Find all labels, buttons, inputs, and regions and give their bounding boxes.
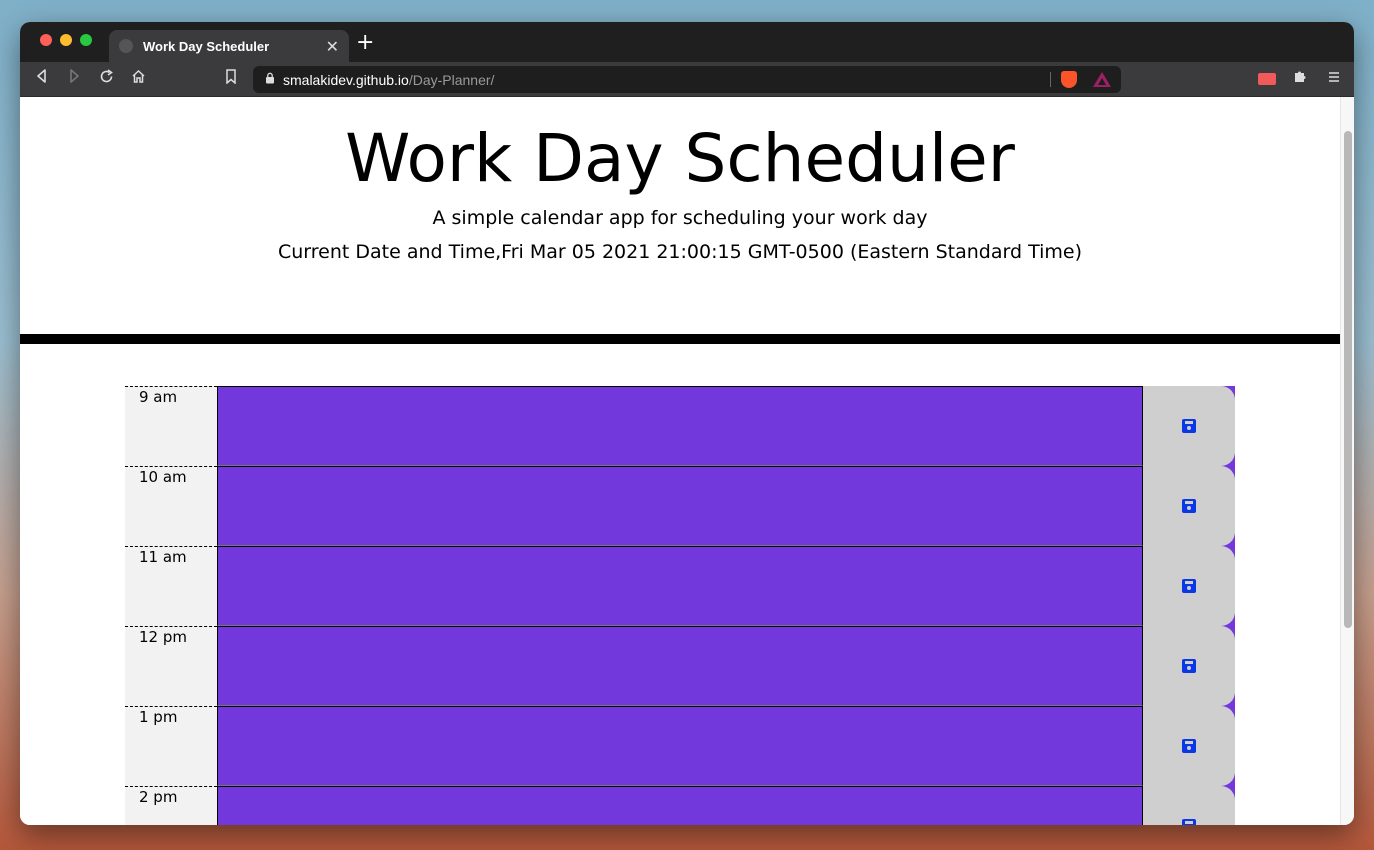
lock-icon bbox=[265, 72, 275, 87]
floppy-disk-icon bbox=[1182, 739, 1196, 753]
floppy-disk-icon bbox=[1182, 819, 1196, 825]
save-button[interactable] bbox=[1143, 706, 1235, 786]
event-description-input[interactable] bbox=[217, 786, 1143, 825]
event-description-input[interactable] bbox=[217, 706, 1143, 786]
current-datetime: Current Date and Time,Fri Mar 05 2021 21… bbox=[278, 241, 1082, 263]
vertical-scrollbar[interactable] bbox=[1340, 97, 1354, 825]
brave-shields-icon[interactable] bbox=[1061, 71, 1077, 88]
save-button-wrapper bbox=[1143, 386, 1235, 466]
browser-toolbar: smalakidev.github.io/Day-Planner/ bbox=[20, 62, 1354, 97]
address-bar[interactable]: smalakidev.github.io/Day-Planner/ bbox=[253, 66, 1121, 93]
new-tab-button[interactable]: + bbox=[356, 32, 374, 54]
event-description-input[interactable] bbox=[217, 386, 1143, 466]
time-block-row: 10 am bbox=[125, 466, 1235, 546]
close-window-button[interactable] bbox=[40, 34, 52, 46]
event-description-input[interactable] bbox=[217, 626, 1143, 706]
browser-window: Work Day Scheduler ✕ + smalakidev.github… bbox=[20, 22, 1354, 825]
save-button-wrapper bbox=[1143, 706, 1235, 786]
hour-label: 12 pm bbox=[125, 626, 217, 706]
url-path: /Day-Planner/ bbox=[408, 71, 495, 88]
save-button[interactable] bbox=[1143, 626, 1235, 706]
schedule-container: 9 am 10 am 11 am 12 pm 1 pm 2 pm bbox=[125, 386, 1235, 825]
close-tab-icon[interactable]: ✕ bbox=[326, 37, 339, 56]
globe-icon bbox=[119, 39, 133, 53]
hour-label: 9 am bbox=[125, 386, 217, 466]
time-block-row: 2 pm bbox=[125, 786, 1235, 825]
floppy-disk-icon bbox=[1182, 499, 1196, 513]
save-button-wrapper bbox=[1143, 466, 1235, 546]
browser-tab[interactable]: Work Day Scheduler ✕ bbox=[109, 30, 349, 62]
back-icon[interactable] bbox=[32, 69, 52, 87]
reload-icon[interactable] bbox=[96, 69, 116, 88]
save-button[interactable] bbox=[1143, 386, 1235, 466]
minimize-window-button[interactable] bbox=[60, 34, 72, 46]
extension-red-icon[interactable] bbox=[1258, 73, 1276, 85]
page-content: Work Day Scheduler A simple calendar app… bbox=[20, 97, 1340, 825]
tab-title: Work Day Scheduler bbox=[143, 38, 270, 54]
hour-label: 1 pm bbox=[125, 706, 217, 786]
hour-label: 10 am bbox=[125, 466, 217, 546]
floppy-disk-icon bbox=[1182, 579, 1196, 593]
forward-icon[interactable] bbox=[64, 69, 84, 87]
save-button-wrapper bbox=[1143, 786, 1235, 825]
save-button-wrapper bbox=[1143, 626, 1235, 706]
home-icon[interactable] bbox=[128, 69, 148, 88]
event-description-input[interactable] bbox=[217, 466, 1143, 546]
page-lead: A simple calendar app for scheduling you… bbox=[432, 207, 928, 229]
save-button[interactable] bbox=[1143, 546, 1235, 626]
time-block-row: 11 am bbox=[125, 546, 1235, 626]
page-title: Work Day Scheduler bbox=[345, 120, 1015, 197]
time-block-row: 12 pm bbox=[125, 626, 1235, 706]
hour-label: 11 am bbox=[125, 546, 217, 626]
floppy-disk-icon bbox=[1182, 659, 1196, 673]
event-description-input[interactable] bbox=[217, 546, 1143, 626]
window-controls bbox=[40, 34, 92, 46]
hour-label: 2 pm bbox=[125, 786, 217, 825]
maximize-window-button[interactable] bbox=[80, 34, 92, 46]
jumbotron-header: Work Day Scheduler A simple calendar app… bbox=[20, 97, 1340, 344]
bookmark-icon[interactable] bbox=[221, 69, 241, 88]
extensions-puzzle-icon[interactable] bbox=[1293, 69, 1308, 88]
url-host: smalakidev.github.io bbox=[283, 71, 409, 88]
save-button[interactable] bbox=[1143, 466, 1235, 546]
menu-icon[interactable] bbox=[1328, 69, 1340, 87]
save-button-wrapper bbox=[1143, 546, 1235, 626]
time-block-row: 9 am bbox=[125, 386, 1235, 466]
save-button[interactable] bbox=[1143, 786, 1235, 825]
brave-rewards-icon[interactable] bbox=[1093, 72, 1111, 87]
time-block-row: 1 pm bbox=[125, 706, 1235, 786]
scrollbar-thumb[interactable] bbox=[1344, 131, 1352, 628]
tab-strip: Work Day Scheduler ✕ + bbox=[20, 22, 1354, 62]
address-bar-divider bbox=[1050, 72, 1051, 87]
floppy-disk-icon bbox=[1182, 419, 1196, 433]
